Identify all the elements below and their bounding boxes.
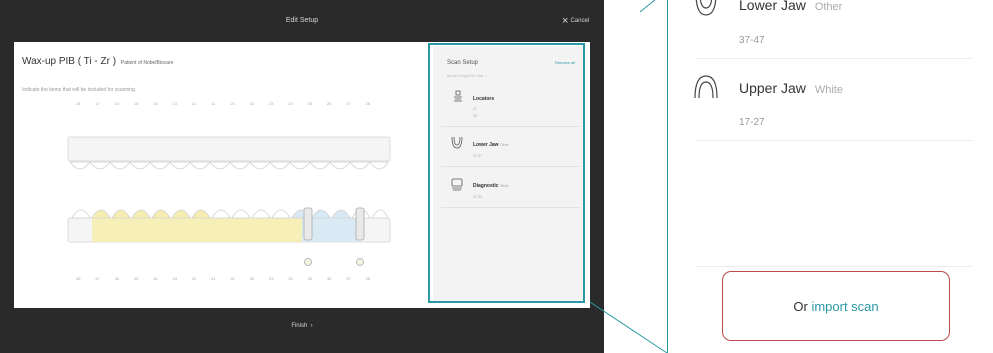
zoom-upper-jaw-name: Upper Jaw: [739, 80, 806, 96]
zoom-lower-jaw-name: Lower Jaw: [739, 0, 806, 13]
import-scan-highlight: Or import scan: [722, 271, 950, 341]
zoom-upper-jaw-code: 17-27: [739, 117, 765, 128]
zoom-lower-jaw-code: 37-47: [739, 35, 765, 46]
lower-jaw-icon: [695, 0, 717, 16]
import-prefix: Or: [793, 299, 808, 314]
divider: [696, 58, 973, 59]
divider: [696, 140, 973, 141]
zoom-lower-jaw-subtitle: Other: [814, 1, 843, 13]
zoom-detail-panel: Lower Jaw Other 37-47 Upper Jaw White 17…: [667, 0, 993, 353]
import-scan-link[interactable]: import scan: [811, 299, 878, 314]
zoom-upper-jaw-subtitle: White: [814, 84, 843, 96]
divider: [696, 266, 973, 267]
zoom-item-lower-jaw: Lower Jaw Other: [739, 0, 842, 13]
import-scan-text: Or import scan: [723, 299, 949, 314]
upper-jaw-icon: [694, 75, 718, 99]
zoom-item-upper-jaw: Upper Jaw White: [739, 80, 843, 96]
